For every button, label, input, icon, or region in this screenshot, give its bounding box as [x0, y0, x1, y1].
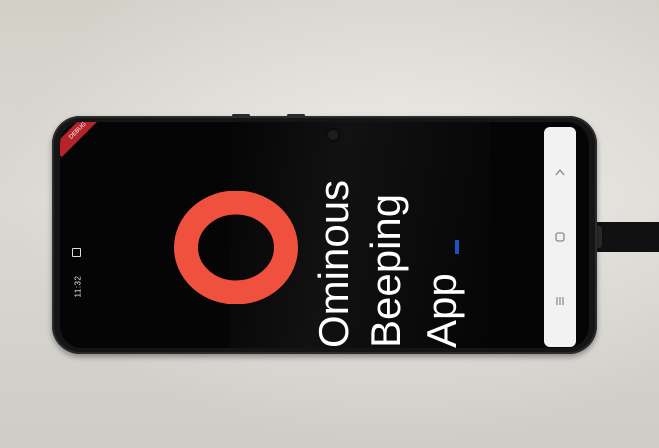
title-line-2: Beeping [362, 193, 409, 348]
notification-icon [72, 248, 81, 257]
recents-lines-icon[interactable] [554, 295, 566, 307]
status-bar: 11:32 [66, 242, 86, 342]
power-button [287, 114, 305, 117]
logo-ring-stroke [174, 191, 298, 304]
phone-body: DEBUG 11:32 Ominous Beeping App [52, 114, 597, 354]
front-camera [328, 130, 338, 140]
usb-cable [592, 222, 659, 252]
home-square-glyph [555, 232, 565, 242]
chevron-left-icon[interactable] [554, 167, 566, 179]
debug-banner: DEBUG [60, 122, 105, 158]
app-logo-ring [174, 191, 298, 304]
small-blue-mark [455, 240, 459, 254]
navigation-bar [544, 127, 576, 347]
chevron-left-glyph [555, 168, 565, 176]
home-square-icon[interactable] [554, 231, 566, 243]
app-title: Ominous Beeping App [308, 178, 478, 348]
volume-button [232, 114, 250, 117]
phone-screen[interactable]: DEBUG 11:32 Ominous Beeping App [60, 122, 589, 348]
status-time: 11:32 [73, 275, 83, 298]
recents-lines-glyph [556, 297, 564, 305]
title-line-3: App [418, 273, 465, 348]
title-line-1: Ominous [310, 179, 357, 348]
